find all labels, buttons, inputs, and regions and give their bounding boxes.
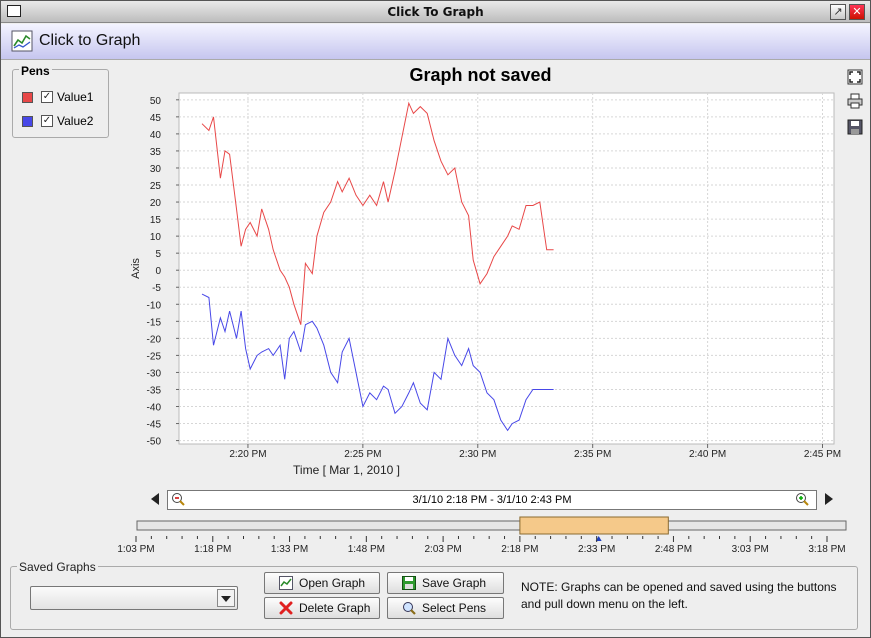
- timeline-track[interactable]: [136, 520, 847, 531]
- timeline-tick-label: 2:33 PM: [578, 544, 615, 555]
- open-graph-icon: [279, 576, 293, 590]
- timeline-selection-handle[interactable]: [519, 516, 669, 535]
- help-note: NOTE: Graphs can be opened and saved usi…: [521, 580, 837, 611]
- save-graph-label: Save Graph: [422, 576, 487, 590]
- magnifier-icon: [403, 602, 416, 615]
- save-graph-button[interactable]: Save Graph: [387, 572, 504, 594]
- timeline-tick-label: 1:33 PM: [271, 544, 308, 555]
- timeline-tick-label: 2:03 PM: [424, 544, 461, 555]
- saved-graphs-label: Saved Graphs: [17, 560, 98, 574]
- timeline-tick-label: 1:18 PM: [194, 544, 231, 555]
- open-graph-button[interactable]: Open Graph: [264, 572, 380, 594]
- timeline-tick-label: 2:48 PM: [655, 544, 692, 555]
- open-graph-label: Open Graph: [299, 576, 366, 590]
- delete-graph-button[interactable]: Delete Graph: [264, 597, 380, 619]
- saved-graphs-panel: Saved Graphs Open Graph Save Graph Delet…: [10, 560, 858, 630]
- select-pens-button[interactable]: Select Pens: [387, 597, 504, 619]
- timeline-tick-label: 1:48 PM: [348, 544, 385, 555]
- timeline-tick-label: 3:03 PM: [732, 544, 769, 555]
- saved-graphs-dropdown[interactable]: [30, 586, 238, 610]
- select-pens-label: Select Pens: [422, 601, 487, 615]
- floppy-disk-icon: [402, 576, 416, 590]
- timeline-tick-label: 3:18 PM: [808, 544, 845, 555]
- delete-graph-label: Delete Graph: [299, 601, 371, 615]
- timeline-tick-label: 2:18 PM: [501, 544, 538, 555]
- app-window: Click To Graph ↗ ✕ Click to Graph Pens ✓…: [0, 0, 871, 638]
- chevron-down-icon[interactable]: [217, 589, 235, 607]
- delete-x-icon: [279, 601, 293, 615]
- timeline-overview[interactable]: 1:03 PM 1:18 PM 1:33 PM 1:48 PM 2:03 PM 2:18 …: [1, 1, 871, 638]
- timeline-tick-label: 1:03 PM: [117, 544, 154, 555]
